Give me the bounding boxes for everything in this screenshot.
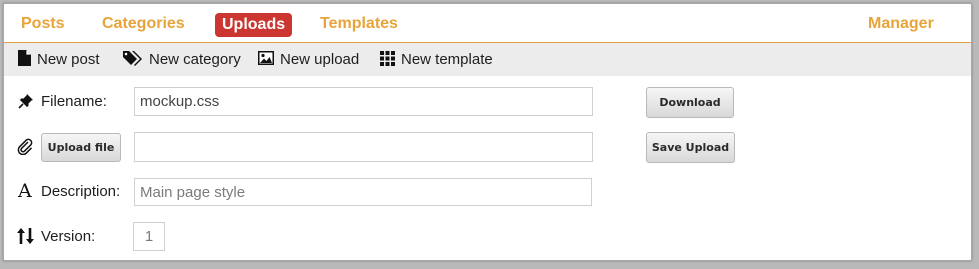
toolbar: New post New category New upload New tem… (4, 43, 971, 76)
paperclip-icon (17, 138, 33, 155)
sort-arrows-icon (17, 228, 34, 244)
nav-templates[interactable]: Templates (320, 12, 398, 36)
filename-label: Filename: (41, 93, 107, 110)
nav-categories[interactable]: Categories (102, 12, 185, 36)
filename-input[interactable] (134, 87, 593, 116)
font-icon: A (18, 180, 32, 202)
main-nav: Posts Categories Uploads Templates Manag… (4, 4, 971, 43)
tags-icon (123, 51, 142, 67)
nav-uploads[interactable]: Uploads (215, 13, 293, 37)
upload-file-button[interactable]: Upload file (41, 133, 121, 162)
download-button[interactable]: Download (646, 87, 734, 118)
version-label: Version: (41, 228, 96, 245)
description-label: Description: (41, 183, 121, 200)
grid-icon (380, 50, 395, 66)
image-icon (258, 51, 274, 66)
new-post-button[interactable]: New post (18, 43, 100, 76)
nav-posts[interactable]: Posts (21, 12, 65, 36)
version-input[interactable] (133, 222, 165, 251)
app-window: Posts Categories Uploads Templates Manag… (3, 3, 972, 261)
nav-manager[interactable]: Manager (868, 12, 934, 36)
file-icon (18, 50, 31, 67)
description-input[interactable] (134, 178, 592, 206)
file-path-input[interactable] (134, 132, 593, 162)
new-category-button[interactable]: New category (123, 43, 241, 76)
new-upload-button[interactable]: New upload (258, 43, 359, 76)
new-template-label: New template (401, 51, 493, 68)
new-post-label: New post (37, 51, 100, 68)
new-upload-label: New upload (280, 51, 360, 68)
save-upload-button[interactable]: Save Upload (646, 132, 735, 163)
new-template-button[interactable]: New template (380, 43, 493, 76)
new-category-label: New category (149, 51, 241, 68)
pushpin-icon (18, 94, 33, 109)
